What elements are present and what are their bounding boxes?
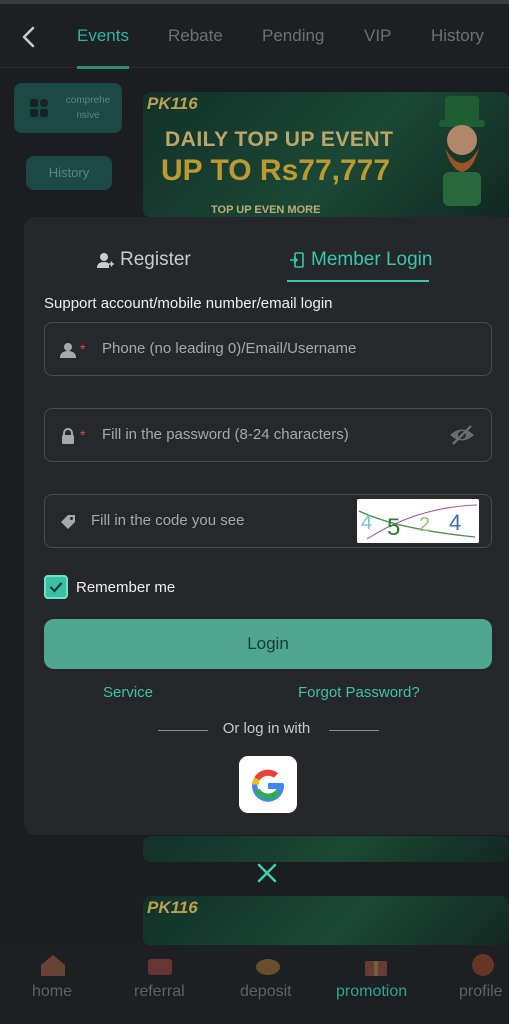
or-login-with: Or log in with xyxy=(222,720,311,737)
nav-promotion[interactable]: promotion xyxy=(336,983,407,1001)
service-link[interactable]: Service xyxy=(103,684,153,701)
leprechaun-icon xyxy=(439,96,485,206)
close-icon[interactable] xyxy=(256,862,278,884)
deposit-icon xyxy=(256,959,280,975)
captcha-char: 2 xyxy=(419,514,430,536)
banner-subtitle: TOP UP EVEN MORE xyxy=(211,204,321,216)
divider-right xyxy=(329,730,379,731)
tab-register[interactable]: Register xyxy=(96,249,191,271)
google-login-button[interactable] xyxy=(239,756,297,813)
captcha-char: 4 xyxy=(361,512,372,534)
banner-title: DAILY TOP UP EVENT xyxy=(165,128,394,151)
sidebar-item-comprehensive[interactable]: comprehe nsive xyxy=(14,83,122,133)
verification-code-field[interactable]: Fill in the code you see 4 5 2 4 xyxy=(44,494,492,548)
sidebar-item-history[interactable]: History xyxy=(26,156,112,190)
banner-logo: PK116 xyxy=(147,898,198,917)
referral-icon xyxy=(148,959,172,975)
profile-icon xyxy=(472,954,494,976)
tab-member-login[interactable]: Member Login xyxy=(289,249,432,271)
required-mark: * xyxy=(80,341,86,357)
event-banner[interactable]: PK116 DAILY TOP UP EVENT UP TO Rs77,777 … xyxy=(143,92,509,218)
nav-profile[interactable]: profile xyxy=(459,983,503,1001)
bottom-nav: home referral deposit promotion profile xyxy=(0,945,509,1024)
tab-register-label: Register xyxy=(120,249,191,270)
captcha-char: 4 xyxy=(449,510,461,535)
gift-icon xyxy=(365,961,387,976)
checkbox[interactable] xyxy=(44,575,68,599)
active-modal-tab-indicator xyxy=(287,280,429,282)
login-hint: Support account/mobile number/email logi… xyxy=(44,295,333,312)
banner-amount: UP TO Rs77,777 xyxy=(161,154,391,187)
person-plus-icon xyxy=(97,253,114,268)
tag-icon xyxy=(61,515,75,529)
back-arrow-icon[interactable] xyxy=(16,24,42,50)
account-field[interactable]: * Phone (no leading 0)/Email/Username xyxy=(44,322,492,376)
required-mark: * xyxy=(80,427,86,443)
eye-off-icon[interactable] xyxy=(449,424,475,446)
check-icon xyxy=(49,582,63,593)
event-banner-2[interactable] xyxy=(143,836,509,862)
nav-deposit[interactable]: deposit xyxy=(240,983,292,1001)
captcha-char: 5 xyxy=(387,514,400,541)
tab-pending[interactable]: Pending xyxy=(262,26,324,46)
nav-referral[interactable]: referral xyxy=(134,983,185,1001)
sidebar-item-label: comprehe nsive xyxy=(65,95,111,121)
banner-logo: PK116 xyxy=(147,94,198,113)
tab-vip[interactable]: VIP xyxy=(364,26,391,46)
password-placeholder: Fill in the password (8-24 characters) xyxy=(102,426,349,443)
code-placeholder: Fill in the code you see xyxy=(91,512,245,529)
tab-events[interactable]: Events xyxy=(77,26,129,46)
password-field[interactable]: * Fill in the password (8-24 characters) xyxy=(44,408,492,462)
event-banner-3[interactable]: PK116 xyxy=(143,896,509,946)
account-placeholder: Phone (no leading 0)/Email/Username xyxy=(102,340,357,357)
grid-icon xyxy=(30,99,48,117)
top-nav: Events Rebate Pending VIP History xyxy=(0,0,509,69)
login-button[interactable]: Login xyxy=(44,619,492,669)
google-icon xyxy=(252,769,285,802)
nav-home[interactable]: home xyxy=(32,983,72,1001)
active-tab-indicator xyxy=(77,66,129,69)
tab-member-login-label: Member Login xyxy=(311,249,433,270)
login-door-icon xyxy=(290,252,304,268)
remember-me-label: Remember me xyxy=(76,578,176,596)
captcha-image[interactable]: 4 5 2 4 xyxy=(357,499,479,543)
lock-icon xyxy=(62,428,74,444)
tab-history[interactable]: History xyxy=(431,26,484,46)
login-modal: Register Member Login Support account/mo… xyxy=(24,217,509,835)
tab-rebate[interactable]: Rebate xyxy=(168,26,223,46)
home-icon xyxy=(41,955,65,976)
remember-me-checkbox[interactable]: Remember me xyxy=(44,575,175,599)
forgot-password-link[interactable]: Forgot Password? xyxy=(298,684,420,701)
user-icon xyxy=(60,343,76,358)
